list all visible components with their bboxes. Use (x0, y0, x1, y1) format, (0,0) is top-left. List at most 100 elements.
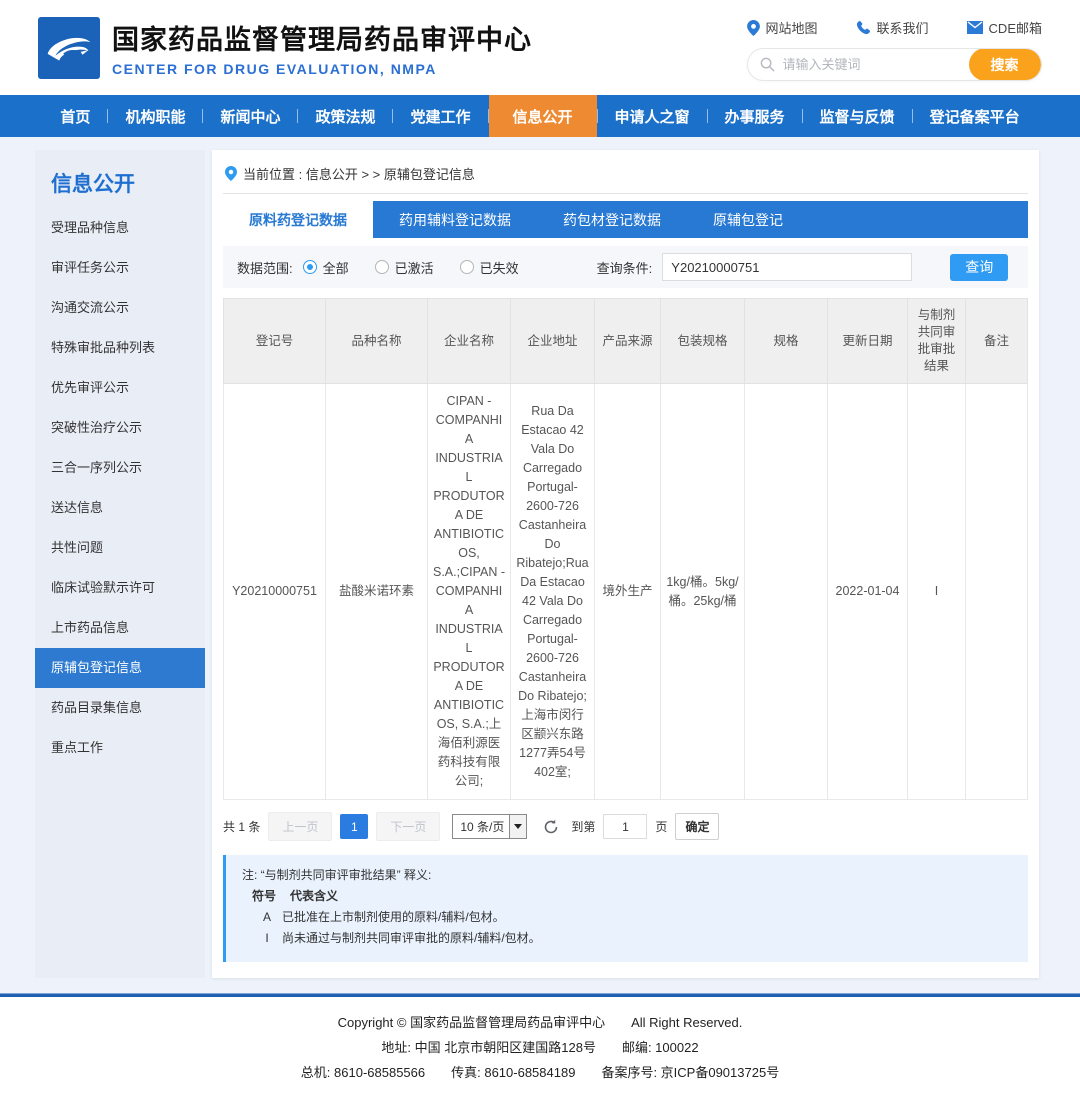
radio-activated-label: 已激活 (395, 258, 434, 277)
note-item-a: A 已批准在上市制剂使用的原料/辅料/包材。 (242, 907, 1012, 928)
nav-item-functions[interactable]: 机构职能 (108, 95, 202, 137)
search-button[interactable]: 搜索 (969, 48, 1041, 81)
query-condition-label: 查询条件: (597, 258, 653, 277)
sidebar-item-breakthrough-therapy[interactable]: 突破性治疗公示 (35, 408, 205, 448)
col-joint-review-result: 与制剂共同审批审批结果 (908, 299, 966, 384)
cell-company-address: Rua Da Estacao 42 Vala Do Carregado Port… (511, 384, 595, 800)
cde-logo-icon (38, 17, 100, 79)
sidebar-item-raw-excipient-packaging[interactable]: 原辅包登记信息 (35, 648, 205, 688)
note-column-headers: 符号 代表含义 (242, 886, 1012, 907)
note-symbol-label: 符号 (252, 886, 276, 907)
cell-product-source: 境外生产 (595, 384, 661, 800)
note-item-i: I 尚未通过与制剂共同审评审批的原料/辅料/包材。 (242, 928, 1012, 949)
radio-expired[interactable]: 已失效 (460, 258, 519, 277)
sidebar-item-special-approval[interactable]: 特殊审批品种列表 (35, 328, 205, 368)
sidebar-item-drug-catalog[interactable]: 药品目录集信息 (35, 688, 205, 728)
sidebar-item-key-work[interactable]: 重点工作 (35, 728, 205, 768)
sitemap-link[interactable]: 网站地图 (747, 18, 818, 37)
sidebar-item-delivery-info[interactable]: 送达信息 (35, 488, 205, 528)
contact-link-label: 联系我们 (877, 18, 929, 37)
refresh-icon (543, 819, 559, 835)
nav-item-home[interactable]: 首页 (43, 95, 107, 137)
pagination: 共 1 条 上一页 1 下一页 10 条/页 到第 页 确定 (223, 812, 1028, 841)
next-page-button[interactable]: 下一页 (376, 812, 440, 841)
tab-api-registration[interactable]: 原料药登记数据 (223, 201, 373, 238)
main-nav: 首页 机构职能 新闻中心 政策法规 党建工作 信息公开 申请人之窗 办事服务 监… (0, 95, 1080, 137)
nav-item-services[interactable]: 办事服务 (708, 95, 802, 137)
site-header: 国家药品监督管理局药品审评中心 CENTER FOR DRUG EVALUATI… (0, 0, 1080, 95)
breadcrumb-text: 当前位置 : 信息公开 > > 原辅包登记信息 (243, 164, 475, 183)
query-button[interactable]: 查询 (950, 254, 1008, 281)
cell-variety-name: 盐酸米诺环素 (326, 384, 428, 800)
sidebar-item-review-tasks[interactable]: 审评任务公示 (35, 248, 205, 288)
nav-item-registration-platform[interactable]: 登记备案平台 (913, 95, 1037, 137)
mail-link[interactable]: CDE邮箱 (967, 18, 1042, 37)
nav-item-news[interactable]: 新闻中心 (203, 95, 297, 137)
table-header-row: 登记号 品种名称 企业名称 企业地址 产品来源 包装规格 规格 更新日期 与制剂… (224, 299, 1028, 384)
quick-links: 网站地图 联系我们 CDE邮箱 (747, 18, 1042, 37)
sidebar-item-priority-review[interactable]: 优先审评公示 (35, 368, 205, 408)
tab-excipient-registration[interactable]: 药用辅料登记数据 (373, 201, 537, 238)
sidebar-item-accepted-varieties[interactable]: 受理品种信息 (35, 208, 205, 248)
search-icon (760, 57, 775, 72)
radio-unselected-icon (460, 260, 474, 274)
prev-page-button[interactable]: 上一页 (268, 812, 332, 841)
table-row[interactable]: Y20210000751 盐酸米诺环素 CIPAN - COMPANHIA IN… (224, 384, 1028, 800)
contact-link[interactable]: 联系我们 (856, 18, 929, 37)
results-table: 登记号 品种名称 企业名称 企业地址 产品来源 包装规格 规格 更新日期 与制剂… (223, 298, 1028, 800)
data-scope-label: 数据范围: (237, 258, 293, 277)
refresh-button[interactable] (543, 819, 559, 835)
footer-icp: 备案序号: 京ICP备09013725号 (601, 1060, 779, 1085)
mail-icon (967, 21, 983, 34)
header-right: 网站地图 联系我们 CDE邮箱 搜索 (747, 14, 1042, 81)
mail-link-label: CDE邮箱 (989, 18, 1042, 37)
col-company-address: 企业地址 (511, 299, 595, 384)
nav-item-policy[interactable]: 政策法规 (298, 95, 392, 137)
col-product-source: 产品来源 (595, 299, 661, 384)
radio-unselected-icon (375, 260, 389, 274)
tab-packaging-registration[interactable]: 药包材登记数据 (537, 201, 687, 238)
sidebar-item-three-in-one[interactable]: 三合一序列公示 (35, 448, 205, 488)
footer-address: 地址: 中国 北京市朝阳区建国路128号 (381, 1035, 596, 1060)
main-wrapper: 信息公开 受理品种信息 审评任务公示 沟通交流公示 特殊审批品种列表 优先审评公… (0, 137, 1080, 993)
search-input[interactable] (783, 57, 969, 72)
col-registration-no: 登记号 (224, 299, 326, 384)
pagination-total: 共 1 条 (223, 818, 260, 835)
sidebar-item-common-issues[interactable]: 共性问题 (35, 528, 205, 568)
col-remarks: 备注 (966, 299, 1028, 384)
cell-update-date: 2022-01-04 (828, 384, 908, 800)
tab-raw-excipient-packaging[interactable]: 原辅包登记 (687, 201, 809, 238)
current-page-button[interactable]: 1 (340, 814, 368, 839)
note-meaning: 尚未通过与制剂共同审评审批的原料/辅料/包材。 (282, 928, 541, 949)
site-search: 搜索 (747, 48, 1042, 81)
note-meaning: 已批准在上市制剂使用的原料/辅料/包材。 (282, 907, 505, 928)
goto-page-input[interactable] (603, 814, 647, 839)
nav-item-supervision[interactable]: 监督与反馈 (803, 95, 912, 137)
site-title: 国家药品监督管理局药品审评中心 (112, 18, 532, 57)
goto-confirm-button[interactable]: 确定 (675, 813, 719, 840)
note-title: 注: “与制剂共同审评审批结果” 释义: (242, 865, 1012, 886)
sidebar-item-clinical-trial-permit[interactable]: 临床试验默示许可 (35, 568, 205, 608)
dropdown-arrow-icon (509, 815, 526, 838)
cell-company-name: CIPAN - COMPANHIA INDUSTRIAL PRODUTORA D… (428, 384, 511, 800)
sidebar-item-marketed-drugs[interactable]: 上市药品信息 (35, 608, 205, 648)
phone-icon (856, 20, 871, 35)
page-size-select[interactable]: 10 条/页 (452, 814, 527, 839)
brand-block: 国家药品监督管理局药品审评中心 CENTER FOR DRUG EVALUATI… (112, 18, 532, 77)
col-update-date: 更新日期 (828, 299, 908, 384)
radio-all[interactable]: 全部 (303, 258, 349, 277)
radio-activated[interactable]: 已激活 (375, 258, 434, 277)
nav-item-party[interactable]: 党建工作 (393, 95, 487, 137)
query-condition-input[interactable] (662, 253, 912, 281)
radio-selected-icon (303, 260, 317, 274)
goto-page-unit: 页 (655, 818, 667, 835)
footer-phone: 总机: 8610-68585566 (301, 1060, 425, 1085)
footer-contact-line: 总机: 8610-68585566 传真: 8610-68584189 备案序号… (0, 1060, 1080, 1085)
nav-item-applicant[interactable]: 申请人之窗 (598, 95, 707, 137)
cell-spec (745, 384, 828, 800)
footer-rights-text: All Right Reserved. (631, 1010, 742, 1035)
page-size-value: 10 条/页 (453, 815, 509, 838)
content-card: 当前位置 : 信息公开 > > 原辅包登记信息 原料药登记数据 药用辅料登记数据… (212, 150, 1039, 978)
nav-item-info-disclosure[interactable]: 信息公开 (489, 95, 597, 137)
sidebar-item-communication[interactable]: 沟通交流公示 (35, 288, 205, 328)
